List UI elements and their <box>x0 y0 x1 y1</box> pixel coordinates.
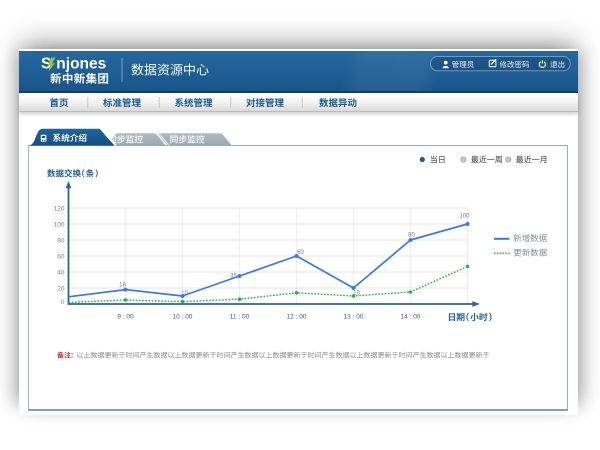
svg-text:10: 10 <box>181 291 188 297</box>
svg-text:40: 40 <box>57 269 65 276</box>
svg-text:80: 80 <box>57 237 65 244</box>
svg-text:60: 60 <box>297 250 304 256</box>
svg-text:100: 100 <box>459 214 470 220</box>
svg-text:60: 60 <box>57 253 65 260</box>
svg-text:120: 120 <box>54 205 65 212</box>
svg-text:20: 20 <box>57 285 65 292</box>
svg-text:10: 10 <box>353 290 360 296</box>
svg-text:80: 80 <box>408 233 415 239</box>
svg-text:11 : 00: 11 : 00 <box>230 314 250 321</box>
svg-text:12 : 00: 12 : 00 <box>287 314 307 321</box>
svg-text:9 : 00: 9 : 00 <box>117 314 134 321</box>
svg-text:0: 0 <box>61 299 65 306</box>
svg-text:njones: njones <box>56 56 106 73</box>
svg-text:13 : 00: 13 : 00 <box>344 314 364 321</box>
svg-text:14 : 00: 14 : 00 <box>401 314 421 321</box>
svg-text:35: 35 <box>230 274 237 280</box>
svg-text:18: 18 <box>119 283 126 289</box>
svg-text:100: 100 <box>54 221 65 228</box>
svg-text:10 : 00: 10 : 00 <box>173 314 193 321</box>
